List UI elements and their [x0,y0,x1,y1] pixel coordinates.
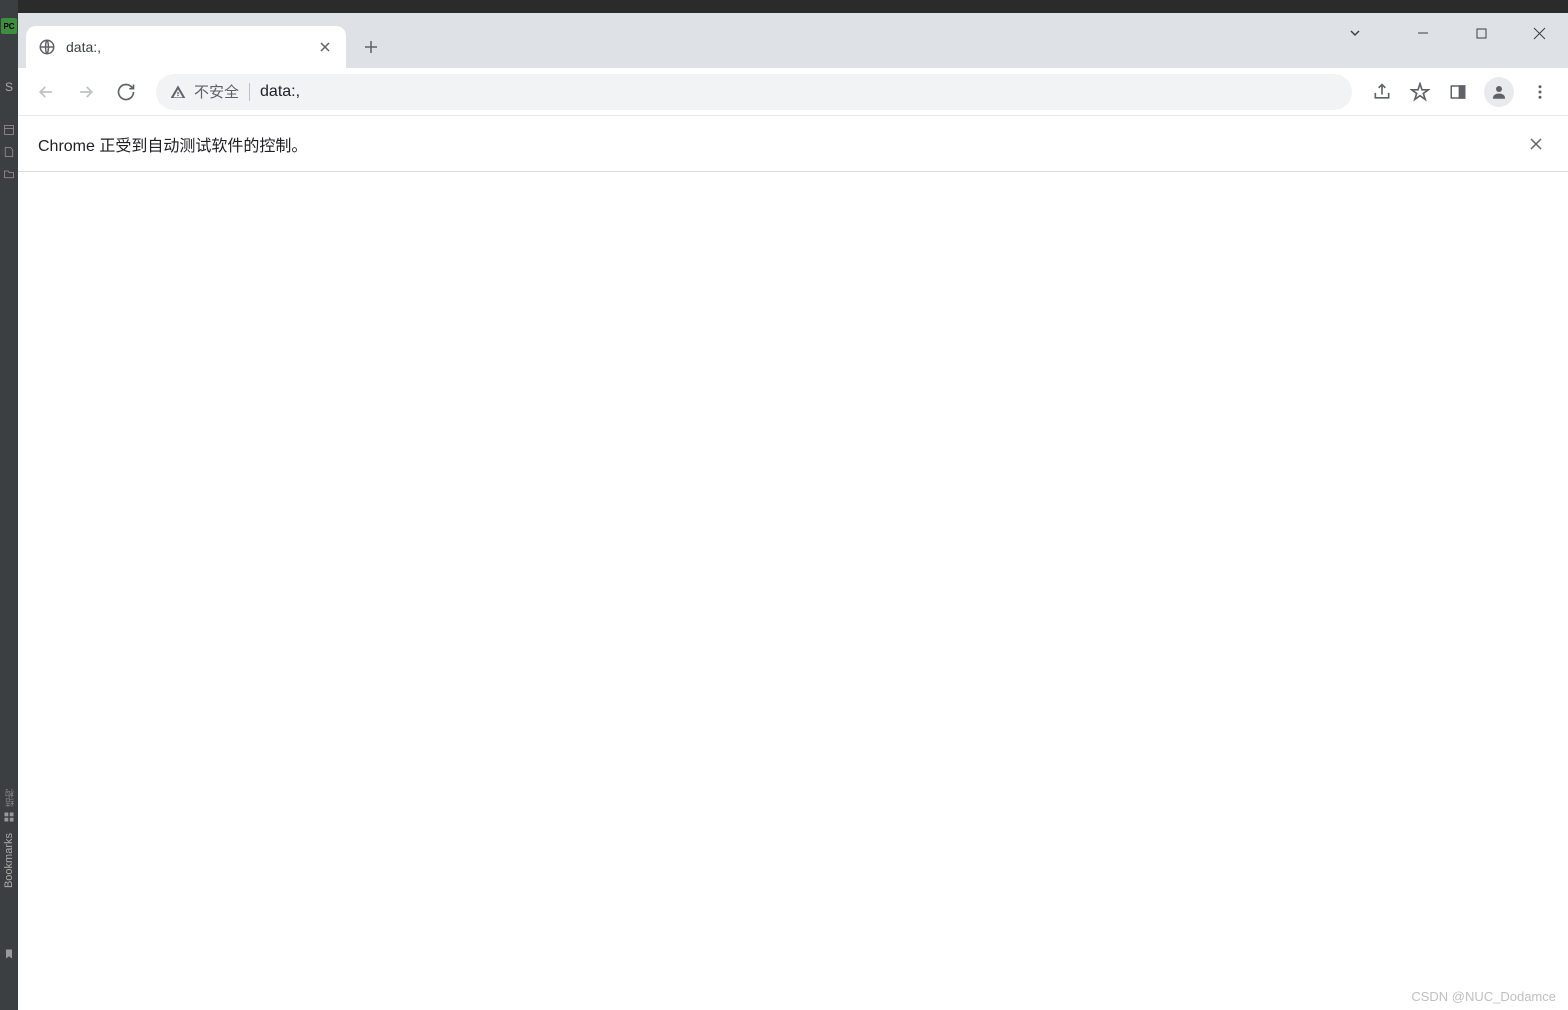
back-button[interactable] [28,74,64,110]
security-indicator[interactable]: 不安全 [170,81,239,102]
close-window-button[interactable] [1510,13,1568,53]
bookmark-button[interactable] [1402,74,1438,110]
address-bar[interactable]: 不安全 data:, [156,74,1352,110]
ide-sidebar: PC S 结构 Bookmarks [0,0,18,1010]
toolbar-actions [1364,74,1558,110]
maximize-button[interactable] [1452,13,1510,53]
tab-strip: data:, [18,13,1568,68]
window-controls [1326,13,1568,53]
person-icon [1490,83,1508,101]
security-text: 不安全 [194,81,239,102]
side-panel-button[interactable] [1440,74,1476,110]
ide-sidebar-letter: S [5,80,13,94]
file-icon[interactable] [3,146,15,158]
minimize-icon [1417,27,1429,39]
maximize-icon [1476,28,1487,39]
infobar-close-button[interactable] [1524,132,1548,156]
folder-icon[interactable] [3,168,15,180]
profile-button[interactable] [1484,77,1514,107]
structure-panel-label[interactable]: 结构 [3,789,16,807]
side-panel-icon [1449,83,1467,101]
new-tab-button[interactable] [356,32,386,62]
bookmarks-panel-label[interactable]: Bookmarks [3,833,15,888]
browser-window: data:, [18,13,1568,1010]
bookmark-icon[interactable] [3,948,15,960]
tab-search-button[interactable] [1326,13,1384,53]
minimize-button[interactable] [1394,13,1452,53]
plus-icon [363,39,379,55]
chevron-down-icon [1348,26,1362,40]
divider [249,83,250,101]
automation-infobar: Chrome 正受到自动测试软件的控制。 [18,116,1568,172]
close-icon [1529,137,1543,151]
arrow-right-icon [76,82,96,102]
browser-toolbar: 不安全 data:, [18,68,1568,116]
page-content [18,172,1568,1010]
infobar-message: Chrome 正受到自动测试软件的控制。 [38,132,307,156]
share-icon [1372,82,1392,102]
warning-triangle-icon [170,84,186,100]
browser-tab[interactable]: data:, [26,26,346,68]
tab-title: data:, [66,39,306,55]
panel-icon[interactable] [3,124,15,136]
ide-logo-badge: PC [1,18,17,34]
ide-top-bar [18,0,1568,13]
arrow-left-icon [36,82,56,102]
watermark: CSDN @NUC_Dodamce [1411,989,1556,1004]
close-icon [1533,27,1546,40]
tab-close-button[interactable] [316,38,334,56]
close-icon [319,41,331,53]
reload-button[interactable] [108,74,144,110]
url-text: data:, [260,83,300,101]
share-button[interactable] [1364,74,1400,110]
menu-button[interactable] [1522,74,1558,110]
reload-icon [116,82,136,102]
star-icon [1410,82,1430,102]
forward-button[interactable] [68,74,104,110]
globe-icon [38,38,56,56]
grid-icon[interactable] [3,811,15,823]
kebab-menu-icon [1531,83,1549,101]
